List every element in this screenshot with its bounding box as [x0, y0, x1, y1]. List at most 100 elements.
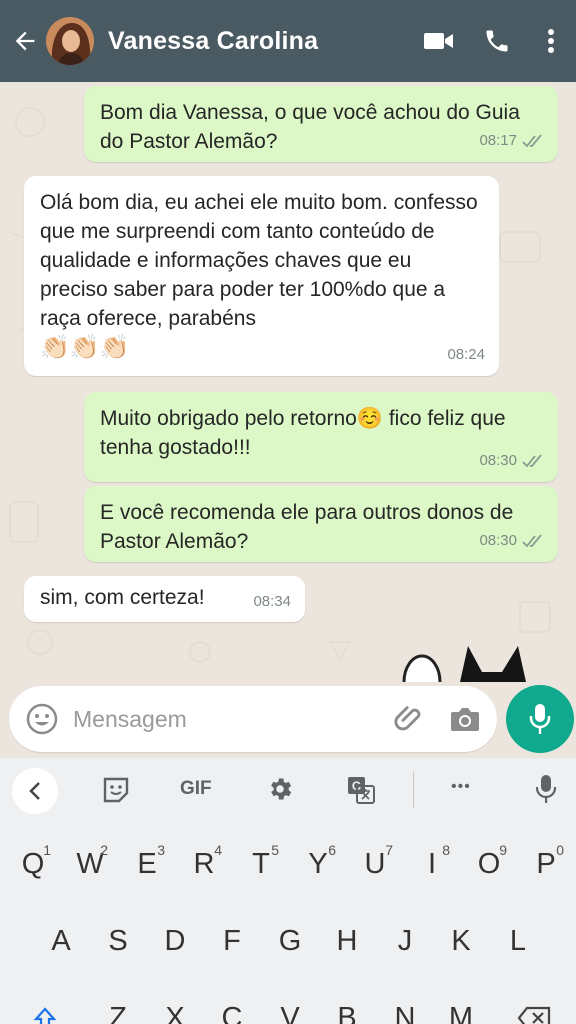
keyboard-toolbar: GIF G •••	[0, 758, 576, 824]
back-button[interactable]	[4, 0, 46, 82]
key-label: R	[193, 847, 215, 880]
more-button[interactable]: •••	[451, 778, 471, 796]
backspace-icon	[517, 1006, 551, 1024]
paperclip-icon	[394, 706, 421, 731]
message-time: 08:17	[479, 132, 517, 149]
key-hint: 2	[100, 842, 108, 858]
key-w[interactable]: W2	[62, 834, 118, 894]
read-ticks-icon	[522, 533, 542, 547]
message-text: sim, com certeza!	[40, 586, 205, 609]
contact-name[interactable]: Vanessa Carolina	[108, 27, 410, 56]
camera-icon	[451, 708, 479, 731]
key-h[interactable]: H	[319, 911, 375, 971]
chevron-left-icon	[29, 782, 40, 800]
sticker-button[interactable]	[102, 776, 130, 809]
backspace-key[interactable]	[506, 988, 562, 1024]
key-hint: 3	[157, 842, 165, 858]
settings-button[interactable]	[266, 775, 294, 808]
translate-button[interactable]: G	[346, 775, 376, 810]
key-hint: 9	[499, 842, 507, 858]
key-c[interactable]: C	[204, 988, 260, 1024]
message-text: Bom dia Vanessa, o que você achou do Gui…	[100, 101, 520, 153]
key-v[interactable]: V	[262, 988, 318, 1024]
key-l[interactable]: L	[490, 911, 546, 971]
toolbar-divider	[413, 772, 414, 808]
microphone-icon	[529, 704, 551, 734]
message-bubble-outgoing[interactable]: E você recomenda ele para outros donos d…	[84, 486, 558, 562]
key-r[interactable]: R4	[176, 834, 232, 894]
key-k[interactable]: K	[433, 911, 489, 971]
voice-record-button[interactable]	[506, 685, 574, 753]
key-z[interactable]: Z	[90, 988, 146, 1024]
message-meta: 08:17	[479, 126, 544, 155]
emoji-icon	[26, 703, 58, 735]
shift-key[interactable]	[17, 988, 73, 1024]
message-bubble-incoming[interactable]: sim, com certeza! 08:34	[24, 576, 305, 622]
message-text: E você recomenda ele para outros donos d…	[100, 501, 514, 553]
voice-call-button[interactable]	[468, 0, 526, 82]
key-y[interactable]: Y6	[290, 834, 346, 894]
key-label: I	[427, 847, 437, 880]
message-meta: 08:24	[447, 340, 485, 369]
more-vert-icon	[548, 29, 554, 53]
key-n[interactable]: N	[377, 988, 433, 1024]
message-field[interactable]: Mensagem	[9, 686, 497, 752]
message-meta: 08:34	[253, 587, 291, 616]
key-i[interactable]: I8	[404, 834, 460, 894]
key-a[interactable]: A	[33, 911, 89, 971]
emoji-button[interactable]	[25, 702, 59, 736]
key-hint: 1	[43, 842, 51, 858]
keyboard: Q1 W2 E3 R4 T5 Y6 U7 I8 O9 P0 A S D F G …	[0, 824, 576, 1024]
attach-button[interactable]	[393, 702, 427, 736]
key-o[interactable]: O9	[461, 834, 517, 894]
key-p[interactable]: P0	[518, 834, 574, 894]
key-hint: 7	[385, 842, 393, 858]
key-label: Q	[21, 847, 45, 880]
message-bubble-incoming[interactable]: Olá bom dia, eu achei ele muito bom. con…	[24, 176, 499, 376]
gif-button[interactable]: GIF	[180, 778, 212, 800]
video-camera-icon	[424, 33, 453, 49]
sticker-icon	[103, 777, 129, 803]
shift-arrow-icon	[33, 1007, 57, 1024]
key-b[interactable]: B	[319, 988, 375, 1024]
video-call-button[interactable]	[410, 0, 468, 82]
key-d[interactable]: D	[147, 911, 203, 971]
key-g[interactable]: G	[262, 911, 318, 971]
menu-button[interactable]	[526, 0, 576, 82]
key-f[interactable]: F	[204, 911, 260, 971]
key-u[interactable]: U7	[347, 834, 403, 894]
camera-button[interactable]	[449, 705, 481, 733]
key-label: Y	[308, 847, 328, 880]
message-meta: 08:30	[479, 526, 544, 555]
sticker-dog-peek[interactable]	[402, 642, 532, 682]
message-input[interactable]: Mensagem	[73, 706, 393, 733]
key-hint: 0	[556, 842, 564, 858]
back-arrow-icon	[15, 31, 35, 51]
message-bubble-outgoing[interactable]: Bom dia Vanessa, o que você achou do Gui…	[84, 86, 558, 162]
message-text: Olá bom dia, eu achei ele muito bom. con…	[40, 191, 478, 330]
gear-icon	[271, 778, 292, 800]
key-label: O	[477, 847, 501, 880]
key-t[interactable]: T5	[233, 834, 289, 894]
key-label: P	[536, 847, 556, 880]
message-time: 08:24	[447, 346, 485, 363]
clapping-hands-emoji: 👏🏻👏🏻👏🏻	[40, 334, 130, 361]
key-q[interactable]: Q1	[5, 834, 61, 894]
contact-avatar[interactable]	[46, 17, 94, 65]
voice-typing-button[interactable]	[535, 774, 557, 809]
key-x[interactable]: X	[147, 988, 203, 1024]
key-hint: 6	[328, 842, 336, 858]
key-s[interactable]: S	[90, 911, 146, 971]
compose-bar: Mensagem	[0, 682, 576, 758]
key-e[interactable]: E3	[119, 834, 175, 894]
chat-area[interactable]: Bom dia Vanessa, o que você achou do Gui…	[0, 82, 576, 682]
collapse-toolbar-button[interactable]	[12, 768, 58, 814]
key-hint: 5	[271, 842, 279, 858]
message-bubble-outgoing[interactable]: Muito obrigado pelo retorno☺️ fico feliz…	[84, 392, 558, 482]
key-m[interactable]: M	[433, 988, 489, 1024]
translate-icon: G	[348, 777, 375, 804]
key-j[interactable]: J	[377, 911, 433, 971]
message-text: Muito obrigado pelo retorno	[100, 407, 357, 430]
smiling-face-emoji: ☺️	[356, 407, 383, 430]
microphone-icon	[535, 775, 557, 803]
